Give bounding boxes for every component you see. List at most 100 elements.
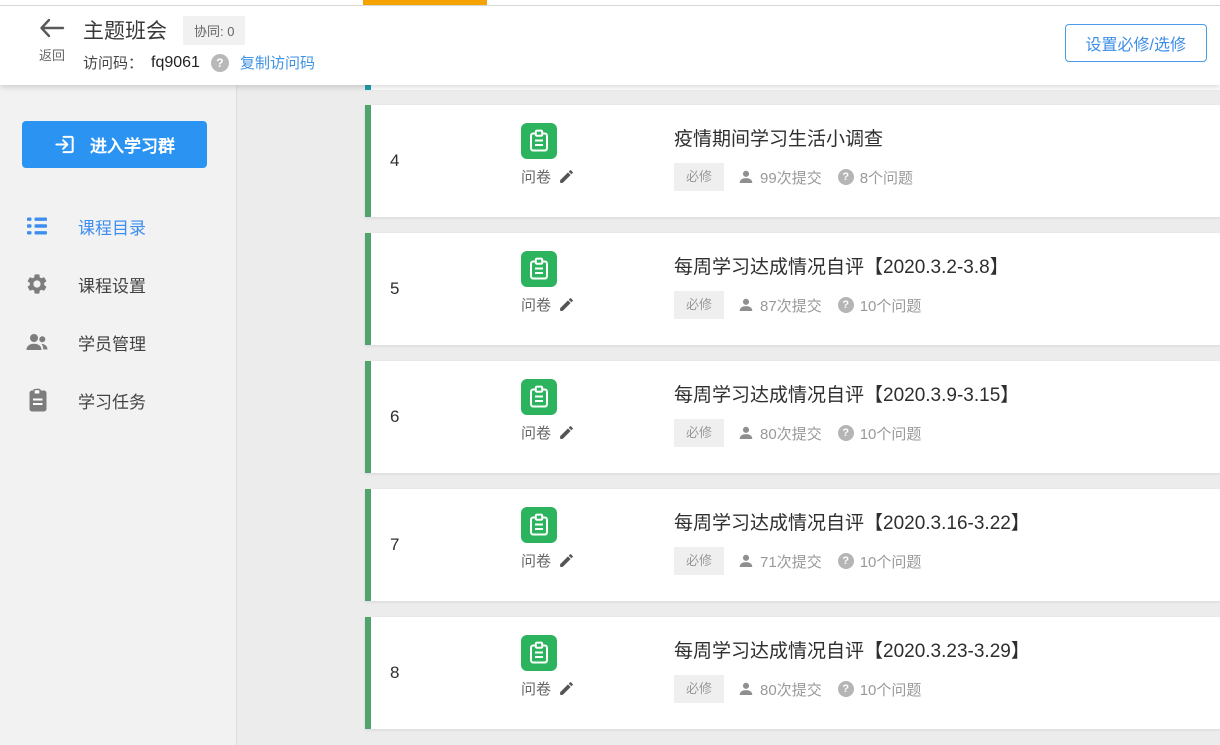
person-icon <box>738 681 754 697</box>
edit-icon[interactable] <box>558 296 575 313</box>
task-card[interactable]: 7 问卷 每周学习达成情况自评【2020.3.16-3. <box>365 489 1220 601</box>
task-title[interactable]: 每周学习达成情况自评【2020.3.16-3.22】 <box>674 508 1220 535</box>
sidebar-item-student-management[interactable]: 学员管理 <box>0 313 236 371</box>
task-card[interactable]: 5 问卷 每周学习达成情况自评【2020.3.2-3.8 <box>365 233 1220 345</box>
submissions-meta: 71次提交 <box>738 551 822 572</box>
task-index: 8 <box>371 617 521 729</box>
task-type-label: 问卷 <box>521 550 551 571</box>
task-card-partial <box>365 85 1220 90</box>
required-badge: 必修 <box>674 547 724 575</box>
task-title[interactable]: 疫情期间学习生活小调查 <box>674 124 1220 151</box>
enter-group-label: 进入学习群 <box>90 132 175 157</box>
back-label: 返回 <box>28 45 76 64</box>
submissions-count: 99次提交 <box>760 167 822 188</box>
submissions-count: 80次提交 <box>760 423 822 444</box>
required-badge: 必修 <box>674 419 724 447</box>
submissions-meta: 80次提交 <box>738 679 822 700</box>
submissions-meta: 87次提交 <box>738 295 822 316</box>
sidebar-item-learning-tasks[interactable]: 学习任务 <box>0 371 236 429</box>
task-info: 每周学习达成情况自评【2020.3.16-3.22】 必修 71次提交 ? 10… <box>674 489 1220 601</box>
task-type-label: 问卷 <box>521 422 551 443</box>
page-title: 主题班会 <box>83 15 167 45</box>
submissions-meta: 80次提交 <box>738 423 822 444</box>
task-title[interactable]: 每周学习达成情况自评【2020.3.2-3.8】 <box>674 252 1220 279</box>
question-mark-icon: ? <box>838 297 854 313</box>
required-badge: 必修 <box>674 291 724 319</box>
edit-icon[interactable] <box>558 168 575 185</box>
edit-icon[interactable] <box>558 680 575 697</box>
title-block: 主题班会 协同: 0 访问码： fq9061 ? 复制访问码 <box>83 15 315 73</box>
required-badge: 必修 <box>674 163 724 191</box>
questions-count: 10个问题 <box>860 423 922 444</box>
help-icon[interactable]: ? <box>211 54 229 72</box>
task-type-column: 问卷 <box>521 105 674 217</box>
sidebar-item-course-catalog[interactable]: 课程目录 <box>0 197 236 255</box>
questions-meta: ? 10个问题 <box>838 423 922 444</box>
copy-access-code-link[interactable]: 复制访问码 <box>240 52 315 73</box>
questions-count: 10个问题 <box>860 679 922 700</box>
access-code-label: 访问码： <box>83 52 143 73</box>
clipboard-icon <box>25 388 49 412</box>
questionnaire-icon <box>521 251 557 287</box>
task-type-label: 问卷 <box>521 166 551 187</box>
question-mark-icon: ? <box>838 553 854 569</box>
sidebar-item-label: 课程目录 <box>78 214 146 239</box>
questions-meta: ? 8个问题 <box>838 167 913 188</box>
question-mark-icon: ? <box>838 425 854 441</box>
questions-count: 8个问题 <box>860 167 913 188</box>
task-info: 每周学习达成情况自评【2020.3.23-3.29】 必修 80次提交 ? 10… <box>674 617 1220 729</box>
task-type-column: 问卷 <box>521 489 674 601</box>
task-card[interactable]: 6 问卷 每周学习达成情况自评【2020.3.9-3.1 <box>365 361 1220 473</box>
task-index: 5 <box>371 233 521 345</box>
sidebar-item-course-settings[interactable]: 课程设置 <box>0 255 236 313</box>
required-badge: 必修 <box>674 675 724 703</box>
task-info: 每周学习达成情况自评【2020.3.2-3.8】 必修 87次提交 ? 10个问… <box>674 233 1220 345</box>
edit-icon[interactable] <box>558 424 575 441</box>
back-arrow-icon <box>39 25 65 42</box>
task-type-column: 问卷 <box>521 617 674 729</box>
sidebar-item-label: 学习任务 <box>78 388 146 413</box>
questionnaire-icon <box>521 379 557 415</box>
top-divider <box>0 5 1220 6</box>
sidebar-menu: 课程目录 课程设置 学 <box>0 197 236 429</box>
questionnaire-icon <box>521 123 557 159</box>
questions-meta: ? 10个问题 <box>838 295 922 316</box>
list-icon <box>25 214 49 238</box>
access-code-value: fq9061 <box>151 54 200 72</box>
task-title[interactable]: 每周学习达成情况自评【2020.3.23-3.29】 <box>674 636 1220 663</box>
questions-count: 10个问题 <box>860 551 922 572</box>
sidebar: 进入学习群 课程目录 课程设置 <box>0 85 237 745</box>
question-mark-icon: ? <box>838 681 854 697</box>
collab-badge: 协同: 0 <box>183 16 245 45</box>
person-icon <box>738 553 754 569</box>
enter-study-group-button[interactable]: 进入学习群 <box>22 121 207 168</box>
sidebar-item-label: 课程设置 <box>78 272 146 297</box>
header: 返回 主题班会 协同: 0 访问码： fq9061 ? 复制访问码 设置必修/选… <box>0 6 1220 85</box>
questionnaire-icon <box>521 507 557 543</box>
task-info: 每周学习达成情况自评【2020.3.9-3.15】 必修 80次提交 ? 10个… <box>674 361 1220 473</box>
questions-count: 10个问题 <box>860 295 922 316</box>
task-index: 6 <box>371 361 521 473</box>
task-type-column: 问卷 <box>521 233 674 345</box>
submissions-count: 80次提交 <box>760 679 822 700</box>
edit-icon[interactable] <box>558 552 575 569</box>
set-required-elective-button[interactable]: 设置必修/选修 <box>1065 24 1207 62</box>
task-type-label: 问卷 <box>521 294 551 315</box>
submissions-meta: 99次提交 <box>738 167 822 188</box>
task-list: 4 问卷 疫情期间学习生活小调查 <box>365 105 1220 729</box>
task-card[interactable]: 8 问卷 每周学习达成情况自评【2020.3.23-3. <box>365 617 1220 729</box>
questions-meta: ? 10个问题 <box>838 551 922 572</box>
task-title[interactable]: 每周学习达成情况自评【2020.3.9-3.15】 <box>674 380 1220 407</box>
back-button[interactable]: 返回 <box>28 18 76 64</box>
question-mark-icon: ? <box>838 169 854 185</box>
task-index: 4 <box>371 105 521 217</box>
main-content: 4 问卷 疫情期间学习生活小调查 <box>238 85 1220 745</box>
submissions-count: 71次提交 <box>760 551 822 572</box>
person-icon <box>738 297 754 313</box>
task-type-column: 问卷 <box>521 361 674 473</box>
gear-icon <box>25 272 49 296</box>
task-card[interactable]: 4 问卷 疫情期间学习生活小调查 <box>365 105 1220 217</box>
page: 返回 主题班会 协同: 0 访问码： fq9061 ? 复制访问码 设置必修/选… <box>0 0 1220 745</box>
sidebar-item-label: 学员管理 <box>78 330 146 355</box>
submissions-count: 87次提交 <box>760 295 822 316</box>
